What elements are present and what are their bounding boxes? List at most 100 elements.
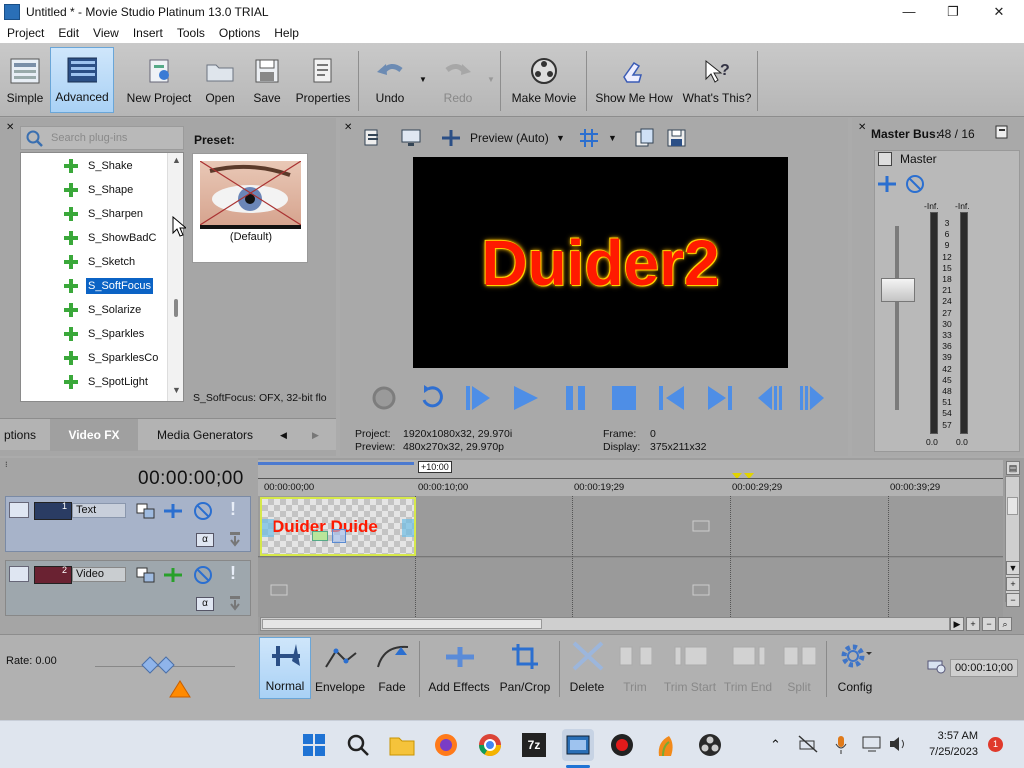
clip-pan-crop-icon[interactable] (332, 529, 346, 543)
panel-close-icon[interactable]: ✕ (6, 122, 14, 133)
simple-button[interactable]: Simple (2, 47, 48, 113)
tree-item[interactable]: S_SpotLight (63, 371, 150, 393)
menu-help[interactable]: Help (267, 26, 306, 40)
timeline-vertical-thumb[interactable] (1007, 497, 1018, 515)
plugin-tree[interactable]: S_Shake S_Shape S_Sharpen S_ShowBadC S_S… (20, 152, 184, 402)
tree-item[interactable]: S_Shape (63, 179, 135, 201)
clock-time[interactable]: 3:57 AM (918, 730, 978, 742)
file-explorer-icon[interactable] (386, 729, 418, 761)
save-button[interactable]: Save (248, 47, 286, 113)
scroll-down-icon[interactable]: ▼ (1006, 561, 1020, 575)
playhead-triangle-icon[interactable] (168, 679, 192, 702)
timeline-horizontal-scrollbar[interactable] (260, 617, 950, 631)
stop-icon[interactable] (608, 382, 640, 417)
track-arrow-down-icon[interactable] (228, 531, 242, 552)
track-fx-icon[interactable] (162, 502, 184, 523)
undo-dropdown-icon[interactable]: ▼ (419, 75, 427, 84)
master-fader-handle[interactable] (881, 278, 915, 302)
tab-media-generators[interactable]: Media Generators (140, 419, 270, 451)
master-properties-icon[interactable] (994, 124, 1010, 143)
scroll-right-icon[interactable]: ▶ (950, 617, 964, 631)
preview-properties-icon[interactable] (362, 128, 382, 151)
master-fader-track[interactable] (895, 226, 899, 410)
track-height-plus-icon[interactable]: + (1006, 577, 1020, 591)
preset-thumbnail[interactable] (200, 161, 301, 225)
tree-vertical-scrollbar[interactable]: ▲ ▼ (167, 153, 183, 401)
timeline-menu-icon[interactable]: ▤ (1006, 461, 1020, 475)
preview-close-icon[interactable]: ✕ (344, 122, 352, 133)
next-frame-icon[interactable] (798, 382, 830, 417)
tab-scroll-right-icon[interactable]: ▶ (312, 419, 326, 451)
screen-recorder-icon[interactable] (606, 729, 638, 761)
track-compositing-icon[interactable]: α (196, 597, 214, 611)
menu-project[interactable]: Project (0, 26, 51, 40)
redo-dropdown-icon[interactable]: ▼ (487, 75, 495, 84)
preset-list[interactable]: (Default) (192, 153, 308, 263)
split-button[interactable]: Split (776, 637, 822, 699)
scroll-up-icon[interactable]: ▲ (172, 155, 181, 165)
trim-end-button[interactable]: Trim End (722, 637, 774, 699)
tab-scroll-left-icon[interactable]: ◀ (280, 419, 294, 451)
movie-studio-taskbar-icon[interactable] (562, 729, 594, 761)
open-button[interactable]: Open (200, 47, 240, 113)
plugin-search-input[interactable]: Search plug-ins (20, 126, 184, 150)
track-mute-icon[interactable] (192, 565, 214, 588)
menu-options[interactable]: Options (212, 26, 267, 40)
new-project-button[interactable]: New Project (124, 47, 194, 113)
tree-item-selected[interactable]: S_SoftFocus (63, 275, 153, 297)
tree-item[interactable]: S_SparklesCo (63, 347, 160, 369)
preview-quality-dropdown[interactable]: Preview (Auto) (470, 131, 549, 145)
loop-playback-icon[interactable] (416, 382, 448, 417)
scroll-thumb[interactable] (174, 299, 178, 317)
loop-region-bar[interactable] (258, 462, 414, 465)
copy-snapshot-icon[interactable] (634, 128, 656, 151)
chrome-icon[interactable] (474, 729, 506, 761)
track-height-minus-icon[interactable]: − (1006, 593, 1020, 607)
timeline-ruler[interactable]: +10:00 00:00:00;00 00:00:10;00 00:00:19;… (258, 460, 1003, 496)
track-compositing-icon[interactable]: α (196, 533, 214, 547)
duration-field[interactable]: 00:00:10;00 (950, 659, 1018, 677)
whats-this-button[interactable]: ? What's This? (682, 47, 752, 113)
zoom-in-icon[interactable]: + (966, 617, 980, 631)
envelope-tool-button[interactable]: Envelope (314, 637, 366, 699)
tray-chevron-up-icon[interactable]: ⌃ (770, 737, 781, 753)
zoom-tool-icon[interactable]: ⌕ (998, 617, 1012, 631)
7zip-icon[interactable]: 7z (518, 729, 550, 761)
track-name-field[interactable]: Video (72, 567, 126, 582)
show-me-how-button[interactable]: Show Me How (594, 47, 674, 113)
redo-button[interactable]: Redo (436, 47, 480, 113)
play-from-start-icon[interactable] (462, 382, 494, 417)
pause-icon[interactable] (560, 382, 592, 417)
maximize-button[interactable]: ❐ (930, 0, 976, 23)
microphone-icon[interactable] (834, 735, 848, 758)
notification-badge[interactable]: 1 (988, 737, 1003, 752)
text-event-clip[interactable]: Duider Duide (260, 497, 416, 556)
clip-right-handle[interactable] (402, 519, 414, 537)
menu-view[interactable]: View (86, 26, 126, 40)
play-icon[interactable] (510, 382, 542, 417)
track-solo-icon[interactable]: ! (230, 499, 236, 520)
make-movie-button[interactable]: Make Movie (508, 47, 580, 113)
track-fx-icon[interactable] (162, 566, 184, 587)
minimize-button[interactable]: — (886, 0, 932, 23)
rate-slider-handle-icon[interactable] (140, 655, 188, 678)
tree-item[interactable]: S_Solarize (63, 299, 143, 321)
zoom-out-icon[interactable]: − (982, 617, 996, 631)
add-effects-button[interactable]: Add Effects (424, 637, 494, 699)
clock-date[interactable]: 7/25/2023 (918, 746, 978, 758)
timeline-horizontal-thumb[interactable] (262, 619, 542, 629)
network-off-icon[interactable] (798, 735, 818, 756)
search-icon[interactable] (342, 729, 374, 761)
tree-item[interactable]: S_Shake (63, 155, 135, 177)
video-frame[interactable]: Duider2 (413, 157, 788, 368)
normal-tool-button[interactable]: Normal (259, 637, 311, 699)
track-name-field[interactable]: Text (72, 503, 126, 518)
master-mute-icon[interactable] (878, 152, 892, 166)
record-icon[interactable] (370, 384, 398, 415)
previous-frame-icon[interactable] (752, 382, 784, 417)
fade-tool-button[interactable]: Fade (370, 637, 414, 699)
overlays-grid-icon[interactable] (578, 128, 600, 151)
scroll-down-icon[interactable]: ▼ (172, 385, 181, 395)
track-1[interactable]: 1 Text ! α (5, 496, 251, 552)
go-to-start-icon[interactable] (656, 382, 688, 417)
